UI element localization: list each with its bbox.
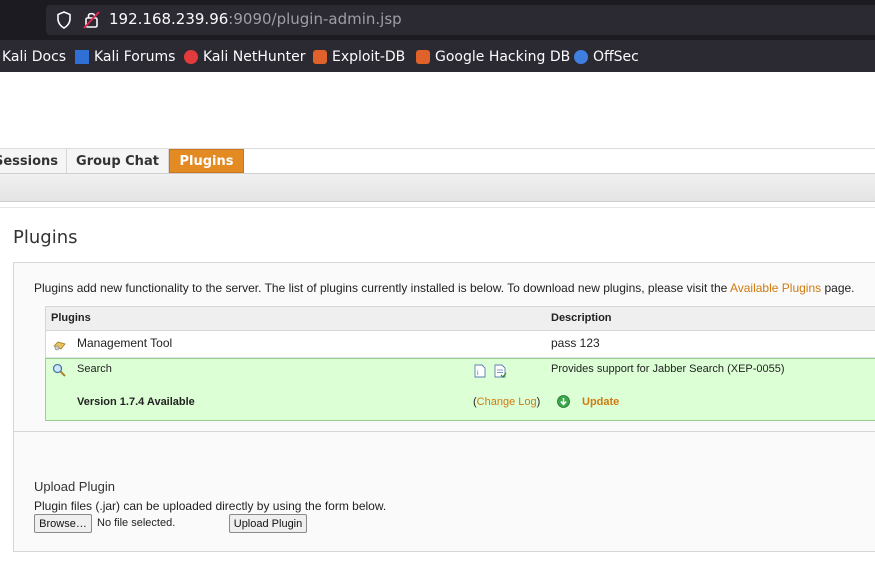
bookmark-kali-nethunter[interactable]: Kali NetHunter bbox=[184, 47, 305, 67]
sub-navigation-bar bbox=[0, 173, 875, 202]
bookmark-offsec[interactable]: OffSec bbox=[574, 47, 639, 67]
header-plugins: Plugins bbox=[51, 312, 91, 324]
shield-icon[interactable] bbox=[56, 11, 72, 29]
update-arrow-icon[interactable] bbox=[557, 395, 570, 408]
kali-forums-icon bbox=[75, 50, 89, 64]
bookmark-exploit-db[interactable]: Exploit-DB bbox=[313, 47, 405, 67]
intro-text: Plugins add new functionality to the ser… bbox=[34, 281, 855, 295]
available-plugins-link[interactable]: Available Plugins bbox=[730, 281, 821, 295]
management-tool-icon bbox=[53, 341, 66, 351]
bookmark-google-hacking-db[interactable]: Google Hacking DB bbox=[416, 47, 570, 67]
browse-button[interactable]: Browse… bbox=[34, 514, 92, 533]
upload-plugin-button[interactable]: Upload Plugin bbox=[229, 514, 307, 533]
upload-plugin-title: Upload Plugin bbox=[34, 479, 115, 494]
update-link[interactable]: Update bbox=[582, 396, 619, 408]
page-title: Plugins bbox=[13, 227, 78, 248]
plugin-name-search: Search bbox=[77, 363, 112, 375]
changelog-doc-icon[interactable] bbox=[494, 364, 507, 378]
upload-plugin-description: Plugin files (.jar) can be uploaded dire… bbox=[34, 499, 387, 513]
content-divider bbox=[0, 207, 875, 208]
tab-sessions[interactable]: Sessions bbox=[0, 149, 67, 173]
plugin-name-management-tool: Management Tool bbox=[77, 336, 173, 350]
insecure-lock-icon[interactable] bbox=[83, 10, 101, 30]
readme-icon[interactable]: i bbox=[474, 364, 486, 378]
nethunter-icon bbox=[184, 50, 198, 64]
bookmark-kali-forums[interactable]: Kali Forums bbox=[75, 47, 175, 67]
changelog-link[interactable]: Change Log bbox=[477, 396, 537, 408]
version-available-text: Version 1.7.4 Available bbox=[77, 396, 195, 408]
plugin-desc-management-tool: pass 123 bbox=[551, 336, 600, 350]
changelog-wrapper: (Change Log) bbox=[473, 396, 541, 408]
offsec-icon bbox=[574, 50, 588, 64]
exploit-db-icon bbox=[313, 50, 327, 64]
ghdb-icon bbox=[416, 50, 430, 64]
no-file-selected-text: No file selected. bbox=[97, 517, 176, 529]
search-icon bbox=[52, 363, 66, 377]
header-description: Description bbox=[551, 312, 612, 324]
upload-panel bbox=[13, 432, 875, 552]
tab-group-chat[interactable]: Group Chat bbox=[67, 149, 169, 173]
tab-plugins[interactable]: Plugins bbox=[169, 149, 244, 173]
url-text[interactable]: 192.168.239.96:9090/plugin-admin.jsp bbox=[109, 10, 402, 28]
plugin-desc-search: Provides support for Jabber Search (XEP-… bbox=[551, 363, 785, 375]
bookmark-kali-docs[interactable]: Kali Docs bbox=[2, 47, 66, 67]
table-header-row bbox=[45, 306, 875, 331]
